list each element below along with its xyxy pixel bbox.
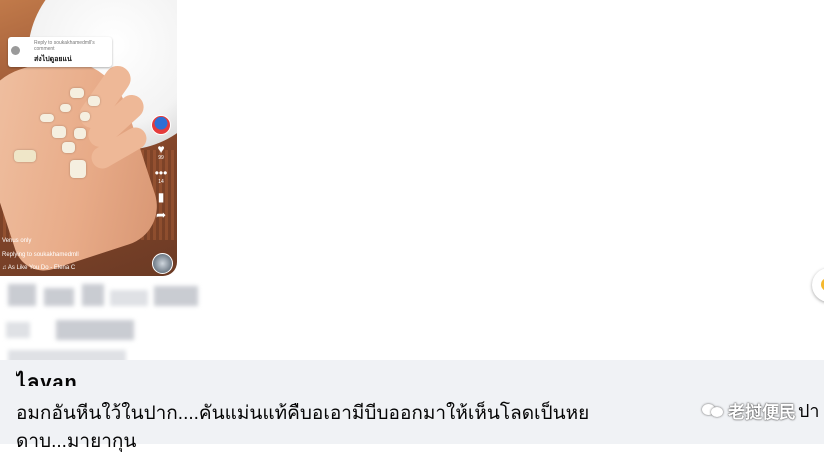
stone-image (62, 142, 75, 153)
redacted-block (82, 284, 104, 306)
share-icon: ➦ (155, 208, 167, 222)
replying-to-prefix: Replying to (2, 252, 33, 258)
comment-text-tail: ปา (798, 400, 820, 421)
avatar (11, 46, 20, 55)
redacted-block (154, 286, 198, 306)
redacted-block (44, 288, 74, 306)
watermark: 老挝便民 ปา (702, 398, 820, 422)
comment-icon: ••• (154, 166, 168, 180)
side-action-bar: ♥ 99 ••• 14 ▮ ➦ (150, 115, 172, 227)
redacted-block (8, 284, 36, 306)
watermark-text: 老挝便民 (728, 402, 796, 422)
like-count: 99 (158, 155, 164, 161)
stone-image (52, 126, 66, 138)
music-disc-icon[interactable] (152, 253, 173, 274)
stone-image (80, 112, 90, 121)
comment-button[interactable]: ••• 14 (150, 167, 172, 185)
stone-image (70, 160, 86, 178)
stone-image (14, 150, 36, 162)
replying-to-user[interactable]: soukakhamedmll (34, 252, 79, 258)
stone-image (40, 114, 54, 122)
stone-image (88, 96, 100, 106)
like-button[interactable]: ♥ 99 (150, 143, 172, 161)
reply-card-text: ส่งไปดูอยแน่ (34, 56, 72, 63)
profile-avatar[interactable] (151, 115, 171, 135)
reply-comment-card: Reply to soukakhamedmll's comment ส่งไปด… (8, 37, 112, 67)
reply-card-header: Reply to soukakhamedmll's comment (34, 40, 95, 52)
stone-image (74, 128, 86, 139)
stone-image (60, 104, 71, 112)
comment-author[interactable]: ไลvan (16, 370, 78, 386)
redacted-block (6, 322, 30, 338)
replying-to-line: Replying to soukakhamedmll (2, 252, 79, 258)
comment-count: 14 (158, 179, 164, 185)
comment-text-line-1: อมกอันหีนใว้ในปาก....คันแม่นแท้คืบอเอามี… (16, 403, 590, 424)
stone-image (70, 88, 84, 98)
share-button[interactable]: ➦ (150, 209, 172, 221)
redacted-block (56, 320, 134, 340)
comment-bubble: ไลvan อมกอันหีนใว้ในปาก....คันแม่นแท้คืบ… (0, 360, 824, 452)
reaction-button[interactable] (812, 268, 824, 302)
comment-text-line-2: ดาบ...มายากุน (16, 431, 137, 452)
heart-icon: ♥ (157, 142, 165, 156)
music-label: ♫ As Like You Do - Elena C (2, 265, 76, 271)
bookmark-button[interactable]: ▮ (150, 191, 172, 203)
redacted-block (110, 290, 148, 306)
visibility-label: Venus only (2, 238, 32, 244)
bookmark-icon: ▮ (157, 190, 165, 204)
video-thumbnail[interactable]: Reply to soukakhamedmll's comment ส่งไปด… (0, 0, 177, 276)
chat-bubbles-icon (702, 402, 724, 418)
